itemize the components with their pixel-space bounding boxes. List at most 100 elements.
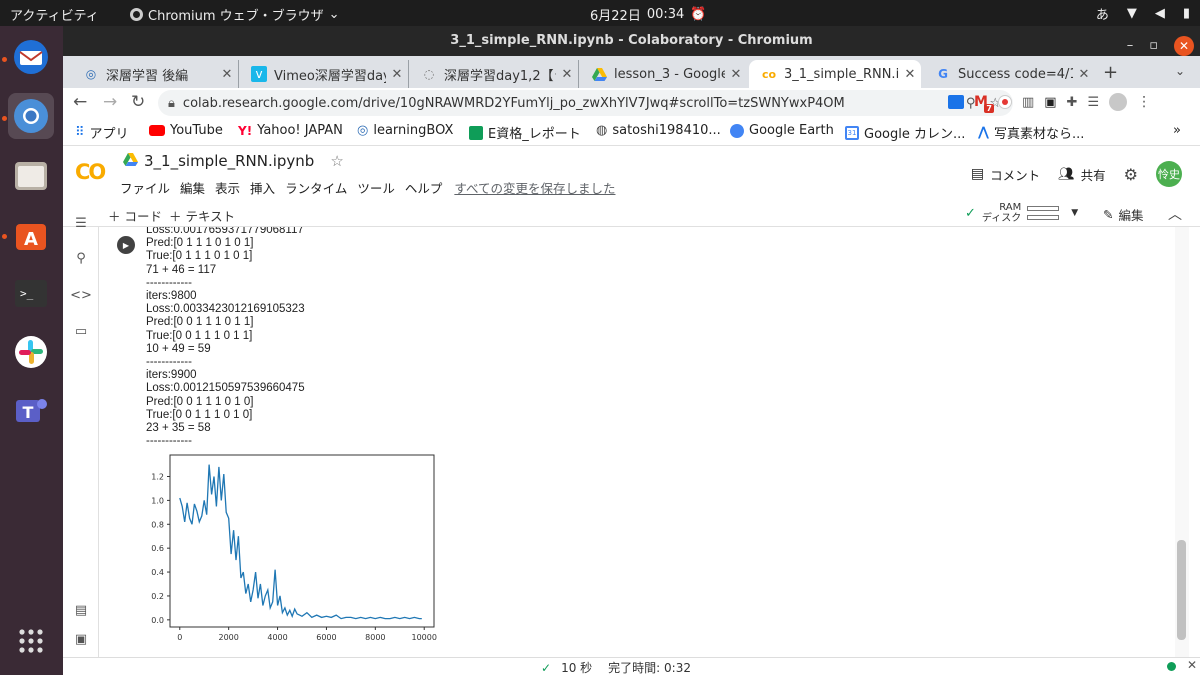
gmail-icon[interactable]: M7 [974,94,994,113]
activities-button[interactable]: アクティビティ [10,5,99,24]
connection-dot-icon [1167,662,1176,671]
thunderbird-icon[interactable] [8,34,54,80]
app-menu[interactable]: Chromium ウェブ・ブラウザ ⌄ [130,5,340,24]
slack-icon[interactable] [8,329,54,375]
resource-dropdown-icon[interactable]: ▼ [1071,208,1078,218]
scrollbar-thumb[interactable] [1177,540,1186,640]
battery-icon: ▮ [1182,6,1190,21]
resource-indicator[interactable]: ✓ RAM ディスク ▼ [965,202,1078,224]
tab-2[interactable]: v Vimeo深層学習day ✕ [239,60,409,88]
terminal-icon[interactable]: ▣ [72,630,90,648]
bookmark-apps[interactable]: ⠿ アプリ [75,123,129,142]
save-status[interactable]: すべての変更を保存しました [454,178,615,197]
bookmark-yahoo[interactable]: Y! Yahoo! JAPAN [238,123,343,138]
terminal-icon[interactable]: >_ [8,270,54,316]
software-center-icon[interactable]: A [8,211,54,257]
svg-text:>_: >_ [20,287,34,300]
window-title: 3_1_simple_RNN.ipynb - Colaboratory - Ch… [450,33,813,48]
settings-gear-icon[interactable]: ⚙ [1124,165,1138,184]
bookmark-label: YouTube [170,123,223,138]
close-tab-icon[interactable]: ✕ [725,67,747,82]
back-icon[interactable]: ← [73,92,87,112]
show-apps-icon[interactable] [8,618,54,664]
add-text-button[interactable]: ＋ テキスト [169,206,235,225]
share-button[interactable]: 👥︎ 共有 [1058,165,1106,184]
search-icon[interactable]: ⚲ [72,249,90,267]
menu-file[interactable]: ファイル [120,178,170,197]
bookmark-label: Yahoo! JAPAN [257,123,343,138]
status-bar: ✓ 10 秒 完了時間: 0:32 ✕ [63,657,1200,675]
menu-view[interactable]: 表示 [215,178,240,197]
close-icon[interactable]: ✕ [1174,36,1194,56]
reload-icon[interactable]: ↻ [131,92,145,112]
cast-extension-icon[interactable] [948,95,964,109]
y-tick-label: 1.0 [151,496,164,505]
red-dot-extension-icon[interactable] [997,95,1012,109]
status-check-icon: ✓ [541,660,552,675]
bookmark-e-report[interactable]: E資格_レポート [469,123,581,142]
folder-icon[interactable]: ▭ [72,322,90,340]
profile-icon[interactable] [1109,93,1128,111]
reading-list-icon[interactable]: ☰ [1087,95,1099,110]
edit-mode-button[interactable]: ✎ 編集 [1103,205,1144,224]
chrome-menu-icon[interactable]: ⋮ [1137,94,1151,110]
toc-icon[interactable]: ☰ [72,214,90,232]
disk-meter [1027,215,1060,220]
close-tab-icon[interactable]: ✕ [216,67,238,82]
tab-1[interactable]: ◎ 深層学習 後編 ✕ [71,60,239,88]
menu-tools[interactable]: ツール [357,178,395,197]
files-icon[interactable] [8,152,54,198]
notebook-title[interactable]: 3_1_simple_RNN.ipynb [144,152,314,170]
clock[interactable]: 6月22日 00:34 ⏰ [590,5,706,24]
close-tab-icon[interactable]: ✕ [556,67,578,82]
dock: A >_ T [0,26,63,675]
notebook-title-area: 3_1_simple_RNN.ipynb ☆ [123,152,344,170]
menu-help[interactable]: ヘルプ [405,178,443,197]
teams-icon[interactable]: T [8,388,54,434]
close-tab-icon[interactable]: ✕ [899,67,921,82]
tab-4[interactable]: lesson_3 - Google I ✕ [579,60,747,88]
tab-3[interactable]: ◌ 深層学習day1,2【ラ ✕ [409,60,579,88]
colab-logo[interactable]: CO [75,160,106,184]
comment-label: コメント [990,167,1041,183]
bookmark-satoshi[interactable]: ◍ satoshi198410... [596,123,721,138]
address-bar[interactable]: 🔒︎ colab.research.google.com/drive/10gNR… [158,90,1013,116]
bookmark-google-earth[interactable]: Google Earth [730,123,834,138]
tab-active[interactable]: co 3_1_simple_RNN.ip ✕ [749,60,921,88]
collapse-header-icon[interactable]: ︿ [1168,204,1182,224]
volume-icon: ◀ [1154,6,1165,21]
extensions-puzzle-icon[interactable]: ✚ [1067,95,1078,110]
more-bookmarks-icon[interactable]: » [1173,123,1181,138]
x-tick-label: 2000 [218,633,238,642]
output-line: 10 + 49 = 59 [146,342,211,355]
forward-icon[interactable]: → [103,92,117,112]
command-palette-icon[interactable]: ▤ [72,601,90,619]
menu-runtime[interactable]: ランタイム [285,178,347,197]
chromium-icon[interactable] [8,93,54,139]
code-snippets-icon[interactable]: <> [70,286,92,304]
run-cell-button[interactable]: ▶ [117,236,135,254]
notion-extension-icon[interactable]: ▣ [1044,95,1056,110]
bookmark-learningbox[interactable]: ◎ learningBOX [357,123,453,138]
bookmark-youtube[interactable]: YouTube [149,123,223,138]
menu-insert[interactable]: 挿入 [250,178,275,197]
new-tab-button[interactable]: + [1103,62,1118,83]
colab-icon: co [761,67,777,81]
comment-button[interactable]: ▤ コメント [971,165,1040,184]
menu-edit[interactable]: 編集 [180,178,205,197]
system-tray[interactable]: あ ▼ ◀ ▮ [1096,4,1190,23]
close-status-icon[interactable]: ✕ [1187,658,1197,672]
avatar[interactable]: 怜史 [1156,161,1182,187]
ime-indicator[interactable]: あ [1096,4,1109,23]
bars-extension-icon[interactable]: ▥ [1022,95,1034,110]
star-icon[interactable]: ☆ [330,152,343,170]
close-tab-icon[interactable]: ✕ [386,67,408,82]
tab-6[interactable]: G Success code=4/1A ✕ [923,60,1095,88]
tab-search-icon[interactable]: ⌄ [1175,64,1185,78]
tab-label: lesson_3 - Google I [614,66,725,82]
close-tab-icon[interactable]: ✕ [1073,67,1095,82]
navigation-bar: ← → ↻ 🔒︎ colab.research.google.com/drive… [63,88,1200,118]
bookmark-photo[interactable]: ⋀ 写真素材なら... [978,123,1084,142]
add-code-button[interactable]: ＋ コード [108,206,162,225]
bookmark-google-calendar[interactable]: 31 Google カレン... [845,123,965,142]
